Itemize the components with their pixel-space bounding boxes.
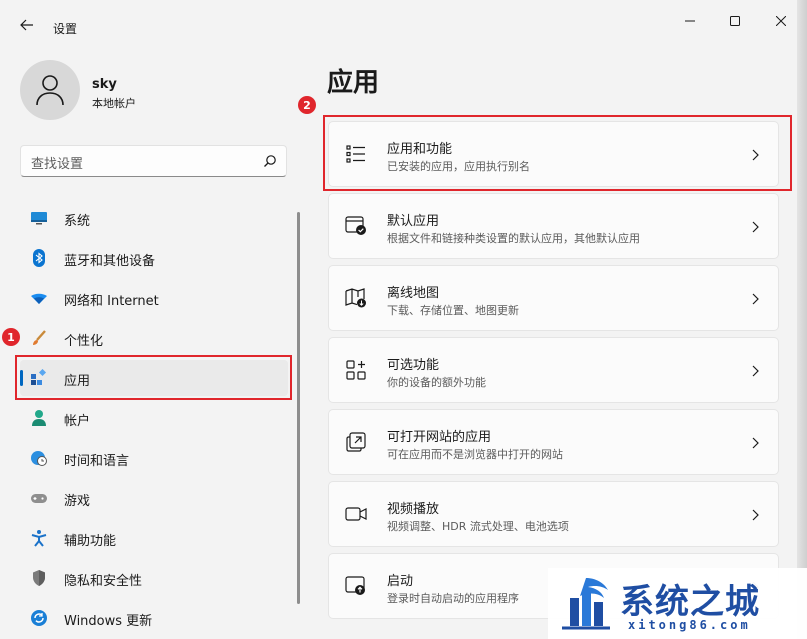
page-title: 应用 (327, 68, 380, 98)
sidebar-item-accessibility[interactable]: 辅助功能 (20, 520, 288, 556)
maximize-button[interactable] (720, 8, 750, 34)
card-title: 默认应用 (387, 214, 440, 229)
card-video-playback[interactable]: 视频播放 视频调整、HDR 流式处理、电池选项 (328, 481, 779, 547)
close-icon (776, 16, 786, 26)
chevron-right-icon (752, 509, 759, 521)
account-type: 本地帐户 (92, 97, 136, 110)
chevron-right-icon (752, 365, 759, 377)
card-title: 视频播放 (387, 502, 440, 517)
video-icon (345, 503, 367, 525)
card-apps-for-websites[interactable]: 可打开网站的应用 可在应用而不是浏览器中打开的网站 (328, 409, 779, 475)
sidebar-scrollbar[interactable] (297, 212, 300, 604)
card-description: 你的设备的额外功能 (387, 376, 486, 389)
card-description: 视频调整、HDR 流式处理、电池选项 (387, 520, 569, 533)
startup-icon (345, 575, 367, 597)
minimize-button[interactable] (675, 8, 705, 34)
sidebar-item-label: 游戏 (64, 494, 91, 509)
open-external-icon (345, 431, 367, 453)
card-optional-features[interactable]: 可选功能 你的设备的额外功能 (328, 337, 779, 403)
chevron-right-icon (752, 293, 759, 305)
card-description: 可在应用而不是浏览器中打开的网站 (387, 448, 563, 461)
card-apps-features[interactable]: 应用和功能 已安装的应用，应用执行别名 (328, 121, 779, 187)
card-default-apps[interactable]: 默认应用 根据文件和链接种类设置的默认应用，其他默认应用 (328, 193, 779, 259)
person-icon (30, 409, 48, 427)
sidebar-item-label: 应用 (64, 374, 91, 389)
sidebar-item-label: 隐私和安全性 (64, 574, 143, 589)
brush-icon (30, 329, 48, 347)
card-title: 启动 (387, 574, 414, 589)
sidebar-item-label: 辅助功能 (64, 534, 117, 549)
update-icon (30, 609, 48, 627)
card-offline-maps[interactable]: 离线地图 下载、存储位置、地图更新 (328, 265, 779, 331)
selection-indicator (20, 370, 23, 386)
list-icon (345, 143, 367, 165)
person-outline-icon (36, 75, 64, 106)
close-button[interactable] (766, 8, 796, 34)
sidebar-item-label: Windows 更新 (64, 614, 153, 629)
minimize-icon (685, 20, 695, 22)
sidebar-item-network[interactable]: 网络和 Internet (20, 280, 288, 316)
step-badge-1: 1 (2, 328, 20, 346)
default-app-icon (345, 215, 367, 237)
chevron-right-icon (752, 221, 759, 233)
watermark-text: 系统之城 (620, 582, 760, 622)
avatar[interactable] (20, 60, 80, 120)
sidebar-item-label: 系统 (64, 214, 91, 229)
search-input[interactable]: 查找设置 (20, 145, 287, 177)
chevron-right-icon (752, 437, 759, 449)
sidebar-item-system[interactable]: 系统 (20, 200, 288, 236)
sidebar-item-gaming[interactable]: 游戏 (20, 480, 288, 516)
card-description: 下载、存储位置、地图更新 (387, 304, 519, 317)
apps-icon (30, 369, 48, 387)
accessibility-icon (30, 529, 48, 547)
sidebar-item-label: 蓝牙和其他设备 (64, 254, 156, 269)
window-edge (797, 0, 807, 639)
shield-icon (30, 569, 48, 587)
sidebar-item-privacy[interactable]: 隐私和安全性 (20, 560, 288, 596)
search-placeholder: 查找设置 (31, 157, 84, 172)
search-icon[interactable] (263, 154, 277, 168)
sidebar-item-personalization[interactable]: 个性化 (20, 320, 288, 356)
watermark-url: xitong86.com (628, 618, 751, 632)
add-grid-icon (345, 359, 367, 381)
globe-clock-icon (30, 449, 48, 467)
maximize-icon (730, 16, 740, 26)
card-title: 可选功能 (387, 358, 440, 373)
sidebar-item-apps[interactable]: 应用 (20, 360, 288, 396)
back-button[interactable] (14, 14, 40, 36)
map-download-icon (345, 287, 367, 309)
back-arrow-icon (20, 19, 33, 31)
monitor-icon (30, 209, 48, 227)
sidebar-item-label: 网络和 Internet (64, 294, 159, 309)
sidebar-item-label: 个性化 (64, 334, 104, 349)
sidebar-item-bluetooth[interactable]: 蓝牙和其他设备 (20, 240, 288, 276)
bluetooth-icon (30, 249, 48, 267)
card-description: 已安装的应用，应用执行别名 (387, 160, 530, 173)
card-title: 应用和功能 (387, 142, 453, 157)
sidebar-item-label: 时间和语言 (64, 454, 130, 469)
card-title: 可打开网站的应用 (387, 430, 492, 445)
title-bar: 设置 (0, 0, 807, 44)
step-badge-2: 2 (298, 96, 316, 114)
sidebar-item-windows-update[interactable]: Windows 更新 (20, 600, 288, 636)
chevron-right-icon (752, 149, 759, 161)
wifi-icon (30, 289, 48, 307)
card-description: 根据文件和链接种类设置的默认应用，其他默认应用 (387, 232, 640, 245)
sidebar-item-label: 帐户 (64, 414, 91, 429)
card-description: 登录时自动启动的应用程序 (387, 592, 519, 605)
watermark: 系统之城 xitong86.com (548, 568, 807, 639)
watermark-logo-icon (562, 578, 610, 630)
app-title: 设置 (53, 22, 78, 36)
sidebar-item-time-language[interactable]: 时间和语言 (20, 440, 288, 476)
card-title: 离线地图 (387, 286, 440, 301)
sidebar-item-accounts[interactable]: 帐户 (20, 400, 288, 436)
user-name: sky (92, 77, 117, 92)
gamepad-icon (30, 489, 48, 507)
